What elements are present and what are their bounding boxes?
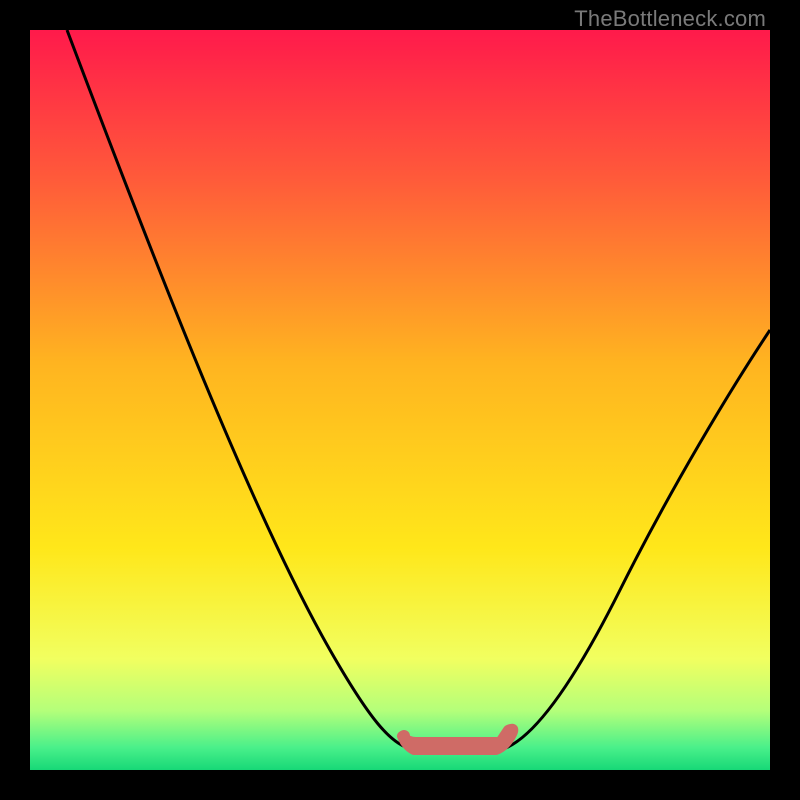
- plot-area: [30, 30, 770, 770]
- optimal-zone-marker: [402, 729, 513, 750]
- watermark-text: TheBottleneck.com: [574, 6, 766, 32]
- curve-layer: [30, 30, 770, 770]
- bottleneck-curve: [67, 30, 770, 750]
- optimal-zone-dot-right: [506, 724, 518, 736]
- optimal-zone-dot-left: [398, 730, 410, 742]
- chart-stage: TheBottleneck.com: [0, 0, 800, 800]
